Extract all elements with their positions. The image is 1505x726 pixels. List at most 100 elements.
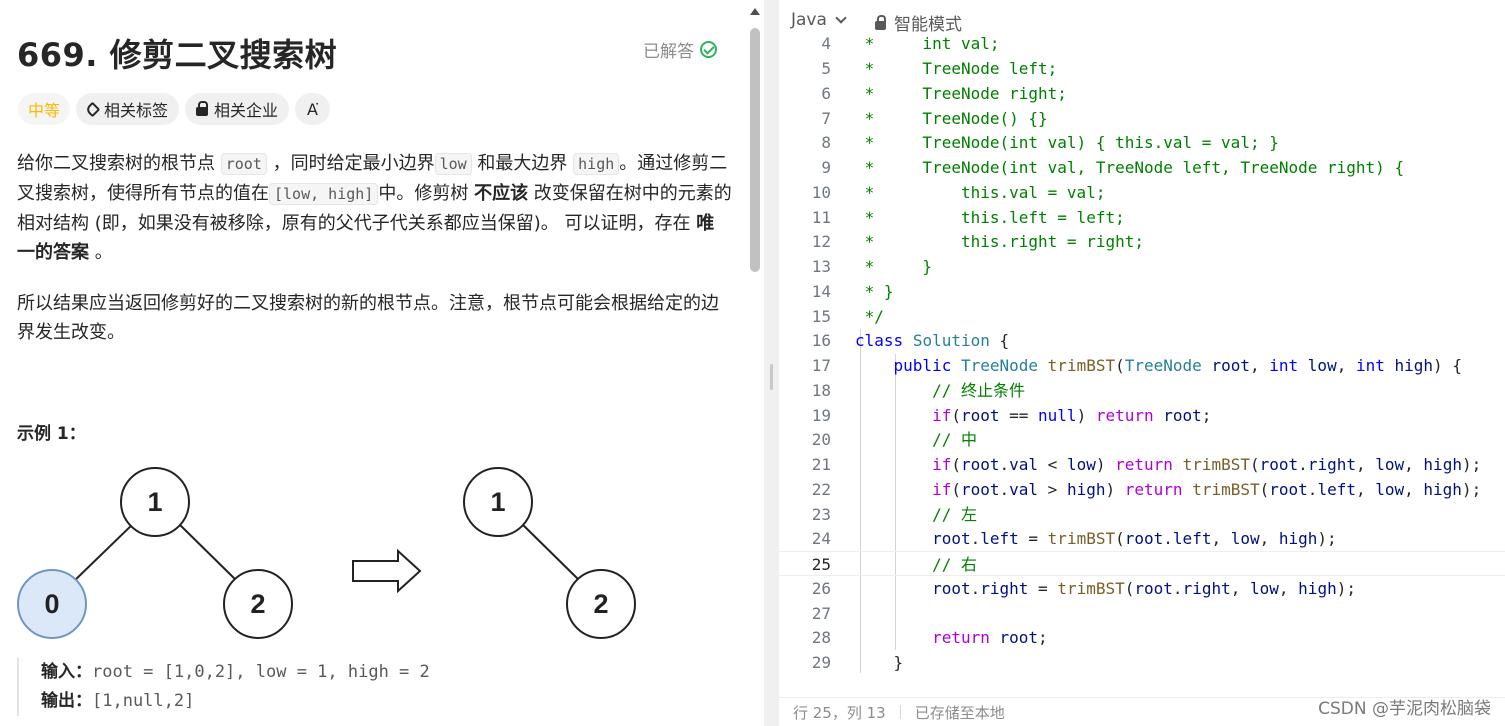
line-number: 6 (821, 84, 831, 103)
code-line: 8 * TreeNode(int val) { this.val = val; … (779, 130, 1505, 155)
code-text: * this.left = left; (855, 208, 1125, 227)
line-number: 10 (811, 183, 831, 202)
code-line: 24 root.left = trimBST(root.left, low, h… (779, 526, 1505, 551)
desc-text: 给你二叉搜索树的根节点 (17, 153, 221, 174)
code-line: 26 root.right = trimBST(root.right, low,… (779, 576, 1505, 601)
code-comment: // 右 (932, 555, 977, 574)
line-number: 16 (811, 331, 831, 350)
tag-icon (84, 101, 101, 117)
line-number: 29 (811, 653, 831, 672)
related-tags-button[interactable]: 相关标签 (76, 93, 180, 125)
code-text: return root; (932, 628, 1048, 647)
output-label: 输出： (41, 691, 92, 711)
example-title: 示例 1： (17, 424, 86, 444)
code-text: root.right = trimBST(root.right, low, hi… (932, 579, 1356, 598)
description-paragraph-1: 给你二叉搜索树的根节点 root ，同时给定最小边界 low 和最大边界 high… (17, 149, 732, 267)
line-number: 8 (821, 133, 831, 152)
code-line: 9 * TreeNode(int val, TreeNode left, Tre… (779, 155, 1505, 180)
scroll-up-arrow-icon[interactable] (750, 8, 760, 15)
code-line: 14 * } (779, 279, 1505, 304)
code-line: 16 class Solution { (779, 328, 1505, 353)
code-line: 12 * this.right = right; (779, 229, 1505, 254)
line-number: 25 (811, 555, 831, 574)
desc-bold: 不应该 (474, 183, 529, 204)
code-editor-pane: Java 智能模式 4 * int val; 5 * TreeNode left… (779, 0, 1505, 726)
inline-code-range: [low, high] (269, 183, 379, 205)
related-companies-label: 相关企业 (214, 101, 279, 120)
description-scrollbar[interactable] (750, 28, 760, 272)
line-number: 24 (811, 529, 831, 548)
code-line: 7 * TreeNode() {} (779, 106, 1505, 131)
code-text: root.left = trimBST(root.left, low, high… (932, 529, 1337, 548)
code-line: 5 * TreeNode left; (779, 56, 1505, 81)
line-number: 11 (811, 208, 831, 227)
line-number: 12 (811, 232, 831, 251)
solved-status: 已解答 (643, 37, 717, 62)
code-text: // 终止条件 (855, 378, 1025, 403)
code-line: 27 (779, 601, 1505, 626)
code-line: 18 // 终止条件 (779, 378, 1505, 403)
check-circle-icon (700, 41, 717, 58)
code-text: if(root.val < low) return trimBST(root.r… (932, 455, 1482, 474)
code-text: * TreeNode left; (855, 59, 1058, 78)
input-label: 输入： (41, 662, 92, 682)
code-line: 15 */ (779, 304, 1505, 329)
code-comment: // 终止条件 (932, 381, 1025, 400)
line-number: 27 (811, 604, 831, 623)
chevron-down-icon (835, 12, 847, 24)
problem-description: 给你二叉搜索树的根节点 root ，同时给定最小边界 low 和最大边界 high… (17, 149, 732, 369)
code-text: if(root.val > high) return trimBST(root.… (932, 480, 1482, 499)
code-editor[interactable]: 4 * int val; 5 * TreeNode left; 6 * Tree… (779, 31, 1505, 681)
description-paragraph-2: 所以结果应当返回修剪好的二叉搜索树的新的根节点。注意，根节点可能会根据给定的边界… (17, 293, 719, 343)
example-input: 输入：root = [1,0,2], low = 1, high = 2 (41, 658, 430, 687)
desc-text: ，同时给定最小边界 (266, 153, 435, 174)
code-comment: // 左 (932, 505, 977, 524)
code-text: * this.right = right; (855, 232, 1144, 251)
inline-code-root: root (220, 153, 267, 175)
line-number: 15 (811, 307, 831, 326)
line-number: 19 (811, 406, 831, 425)
code-text: * TreeNode(int val) { this.val = val; } (855, 133, 1279, 152)
lock-icon (196, 100, 209, 116)
code-line: 22 if(root.val > high) return trimBST(ro… (779, 477, 1505, 502)
language-label: Java (791, 10, 827, 30)
tree-node-label: 0 (44, 589, 59, 619)
language-selector[interactable]: Java (791, 10, 847, 30)
code-line: 20 // 中 (779, 427, 1505, 452)
line-number: 21 (811, 455, 831, 474)
code-line: 28 return root; (779, 625, 1505, 650)
code-text: if(root == null) return root; (932, 406, 1212, 425)
line-number: 14 (811, 282, 831, 301)
related-companies-button[interactable]: 相关企业 (185, 93, 290, 125)
difficulty-badge[interactable]: 中等 (18, 93, 71, 125)
code-comment: // 中 (932, 430, 977, 449)
code-line: 11 * this.left = left; (779, 205, 1505, 230)
code-text: class Solution { (855, 331, 1010, 350)
code-text: * TreeNode() {} (855, 109, 1048, 128)
output-value: [1,null,2] (92, 691, 195, 711)
code-text: } (855, 653, 904, 672)
translate-button[interactable]: A͘ (295, 93, 330, 125)
code-line: 10 * this.val = val; (779, 180, 1505, 205)
line-number: 20 (811, 430, 831, 449)
problem-pane: 669. 修剪二叉搜索树 已解答 中等 相关标签 相关企业 A͘ 给你二叉搜索树… (0, 0, 764, 726)
code-line: 6 * TreeNode right; (779, 81, 1505, 106)
line-number: 5 (821, 59, 831, 78)
solved-label: 已解答 (643, 42, 694, 62)
tree-node-label: 2 (593, 589, 608, 619)
code-text: // 中 (855, 427, 977, 452)
line-number: 7 (821, 109, 831, 128)
line-number: 9 (821, 158, 831, 177)
pane-splitter[interactable] (764, 0, 779, 726)
problem-title: 669. 修剪二叉搜索树 (17, 36, 338, 74)
input-value: root = [1,0,2], low = 1, high = 2 (92, 662, 430, 682)
line-number: 26 (811, 579, 831, 598)
cursor-position: 行 25，列 13 (793, 703, 886, 722)
desc-text: 。 (89, 242, 113, 263)
drag-handle-icon[interactable] (770, 364, 773, 390)
tree-node-label: 1 (490, 487, 505, 517)
lock-icon (875, 14, 886, 30)
tag-bar: 中等 相关标签 相关企业 A͘ (18, 93, 330, 125)
tree-edge (519, 521, 582, 583)
code-line: 4 * int val; (779, 31, 1505, 56)
